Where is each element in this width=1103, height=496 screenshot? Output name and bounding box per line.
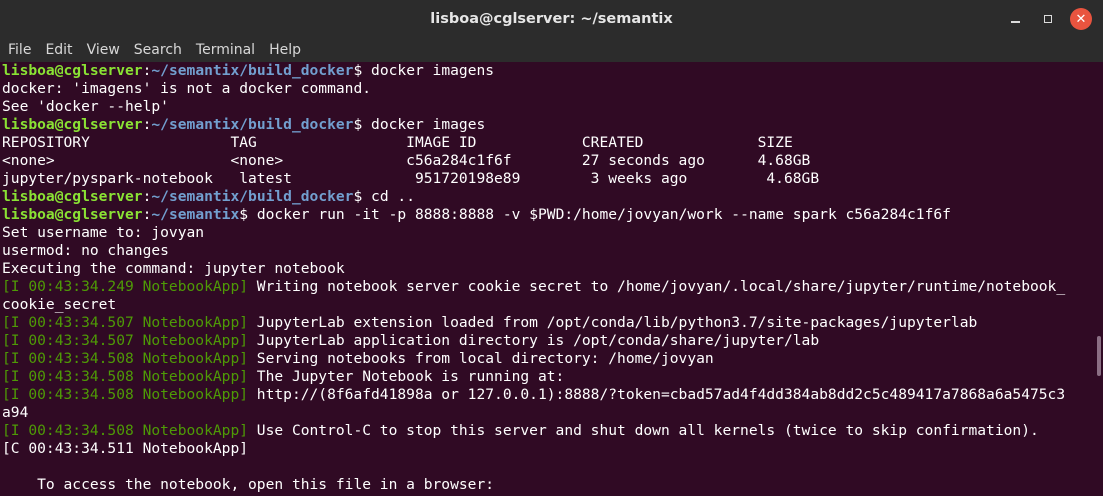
terminal-line: lisboa@cglserver:~/semantix$ docker run … xyxy=(0,206,1103,224)
terminal-output[interactable]: lisboa@cglserver:~/semantix/build_docker… xyxy=(0,62,1103,496)
terminal-line: lisboa@cglserver:~/semantix/build_docker… xyxy=(0,62,1103,80)
menu-file[interactable]: File xyxy=(2,42,37,58)
log-prefix: [I 00:43:34.507 NotebookApp] xyxy=(2,332,249,349)
menu-edit[interactable]: Edit xyxy=(39,42,78,58)
log-prefix: [I 00:43:34.249 NotebookApp] xyxy=(2,278,249,295)
terminal-line: See 'docker --help' xyxy=(0,98,1103,116)
menu-help[interactable]: Help xyxy=(263,42,307,58)
terminal-line: [I 00:43:34.508 NotebookApp] http://(8f6… xyxy=(0,386,1103,404)
terminal-line: [I 00:43:34.508 NotebookApp] Serving not… xyxy=(0,350,1103,368)
output-text: [C 00:43:34.511 NotebookApp] xyxy=(2,440,249,457)
output-text: usermod: no changes xyxy=(2,242,169,259)
log-prefix: [I 00:43:34.508 NotebookApp] xyxy=(2,422,249,439)
prompt-path: ~/semantix/build_docker xyxy=(151,62,354,79)
log-message: Writing notebook server cookie secret to… xyxy=(248,278,1066,295)
close-button[interactable]: ✕ xyxy=(1070,8,1092,30)
terminal-line: a94 xyxy=(0,404,1103,422)
terminal-line: [I 00:43:34.507 NotebookApp] JupyterLab … xyxy=(0,332,1103,350)
terminal-line: [I 00:43:34.508 NotebookApp] Use Control… xyxy=(0,422,1103,440)
output-text: a94 xyxy=(2,404,29,421)
close-icon: ✕ xyxy=(1075,11,1087,27)
terminal-line: To access the notebook, open this file i… xyxy=(0,476,1103,494)
minimize-icon xyxy=(1010,21,1020,23)
prompt-path: ~/semantix xyxy=(151,206,240,223)
terminal-line: usermod: no changes xyxy=(0,242,1103,260)
menu-search[interactable]: Search xyxy=(128,42,188,58)
menu-bar: File Edit View Search Terminal Help xyxy=(0,37,1103,62)
log-message: JupyterLab extension loaded from /opt/co… xyxy=(248,314,978,331)
window-title: lisboa@cglserver: ~/semantix xyxy=(430,10,673,27)
menu-terminal[interactable]: Terminal xyxy=(190,42,261,58)
terminal-line: Set username to: jovyan xyxy=(0,224,1103,242)
prompt-path: ~/semantix/build_docker xyxy=(151,188,354,205)
terminal-line: docker: 'imagens' is not a docker comman… xyxy=(0,80,1103,98)
log-prefix: [I 00:43:34.508 NotebookApp] xyxy=(2,386,249,403)
log-message: Serving notebooks from local directory: … xyxy=(248,350,714,367)
output-text: To access the notebook, open this file i… xyxy=(2,476,495,493)
log-prefix: [I 00:43:34.508 NotebookApp] xyxy=(2,368,249,385)
terminal-line: cookie_secret xyxy=(0,296,1103,314)
terminal-line: Executing the command: jupyter notebook xyxy=(0,260,1103,278)
output-text: REPOSITORY TAG IMAGE ID CREATED SIZE xyxy=(2,134,793,151)
terminal-line: jupyter/pyspark-notebook latest 95172019… xyxy=(0,170,1103,188)
output-text: <none> <none> c56a284c1f6f 27 seconds ag… xyxy=(2,152,811,169)
prompt-command: $ cd .. xyxy=(353,188,415,205)
terminal-line: lisboa@cglserver:~/semantix/build_docker… xyxy=(0,116,1103,134)
terminal-line: REPOSITORY TAG IMAGE ID CREATED SIZE xyxy=(0,134,1103,152)
terminal-line: [C 00:43:34.511 NotebookApp] xyxy=(0,440,1103,458)
output-text: Executing the command: jupyter notebook xyxy=(2,260,345,277)
prompt-user-host: lisboa@cglserver xyxy=(2,62,143,79)
terminal-line: [I 00:43:34.249 NotebookApp] Writing not… xyxy=(0,278,1103,296)
terminal-line: [I 00:43:34.508 NotebookApp] The Jupyter… xyxy=(0,368,1103,386)
log-message: http://(8f6afd41898a or 127.0.0.1):8888/… xyxy=(248,386,1066,403)
output-text: Set username to: jovyan xyxy=(2,224,205,241)
maximize-icon xyxy=(1044,15,1052,23)
log-message: Use Control-C to stop this server and sh… xyxy=(248,422,1039,439)
terminal-scrollbar[interactable] xyxy=(1095,62,1103,496)
minimize-button[interactable] xyxy=(1004,8,1026,30)
terminal-line: <none> <none> c56a284c1f6f 27 seconds ag… xyxy=(0,152,1103,170)
scrollbar-thumb[interactable] xyxy=(1097,336,1101,376)
terminal-line: [I 00:43:34.507 NotebookApp] JupyterLab … xyxy=(0,314,1103,332)
prompt-user-host: lisboa@cglserver xyxy=(2,206,143,223)
log-prefix: [I 00:43:34.507 NotebookApp] xyxy=(2,314,249,331)
maximize-button[interactable] xyxy=(1037,8,1059,30)
prompt-user-host: lisboa@cglserver xyxy=(2,188,143,205)
output-text: docker: 'imagens' is not a docker comman… xyxy=(2,80,372,97)
menu-view[interactable]: View xyxy=(81,42,126,58)
prompt-command: $ docker run -it -p 8888:8888 -v $PWD:/h… xyxy=(239,206,951,223)
log-message: JupyterLab application directory is /opt… xyxy=(248,332,820,349)
output-text: cookie_secret xyxy=(2,296,117,313)
output-text: See 'docker --help' xyxy=(2,98,169,115)
prompt-path: ~/semantix/build_docker xyxy=(151,116,354,133)
prompt-user-host: lisboa@cglserver xyxy=(2,116,143,133)
log-prefix: [I 00:43:34.508 NotebookApp] xyxy=(2,350,249,367)
terminal-line: lisboa@cglserver:~/semantix/build_docker… xyxy=(0,188,1103,206)
log-message: The Jupyter Notebook is running at: xyxy=(248,368,565,385)
output-text: jupyter/pyspark-notebook latest 95172019… xyxy=(2,170,820,187)
prompt-command: $ docker images xyxy=(353,116,486,133)
title-bar: lisboa@cglserver: ~/semantix ✕ xyxy=(0,0,1103,37)
prompt-command: $ docker imagens xyxy=(353,62,495,79)
